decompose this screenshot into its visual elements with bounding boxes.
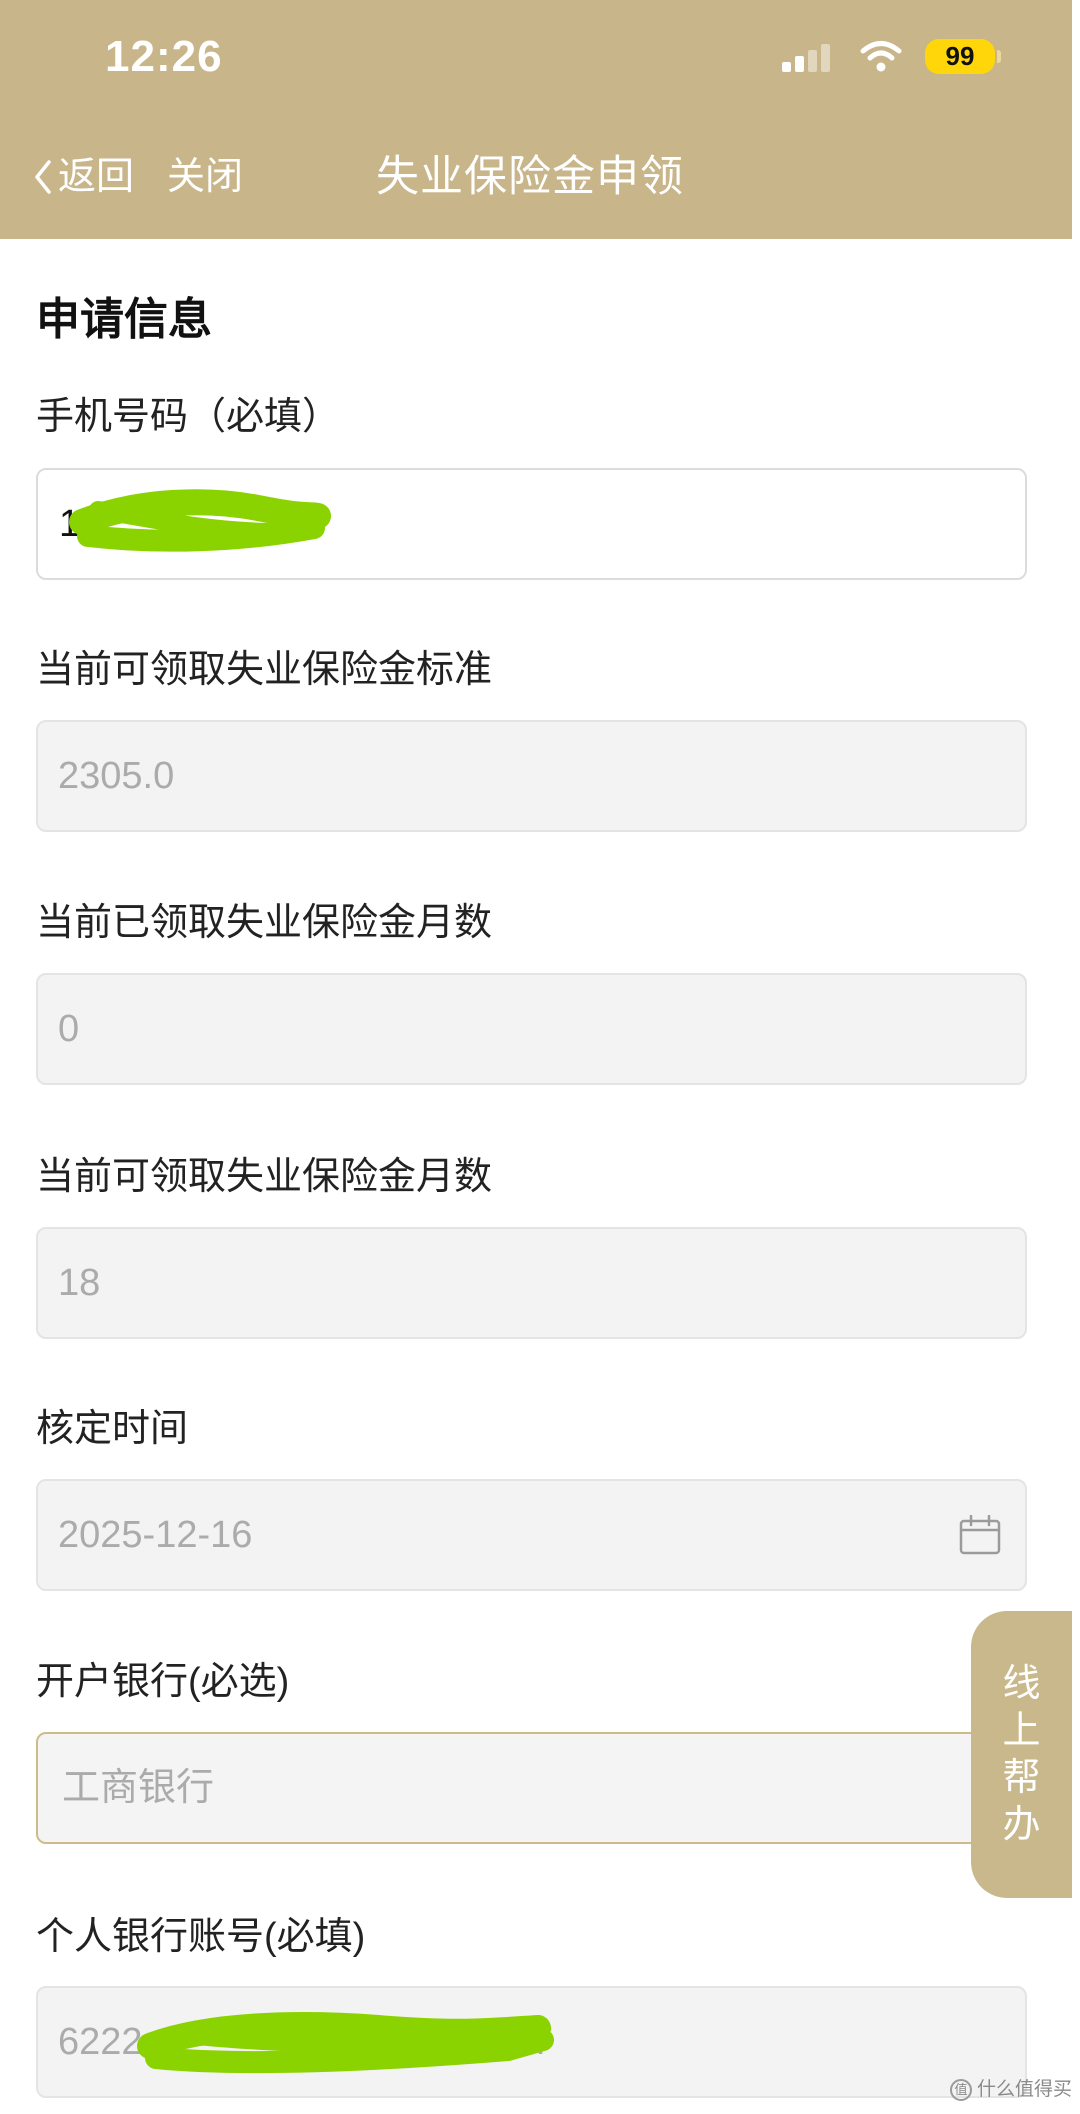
cellular-signal-icon	[782, 44, 830, 72]
benefit-standard-field: 2305.0	[36, 720, 1027, 832]
online-help-button[interactable]: 线 上 帮 办	[971, 1611, 1072, 1898]
received-months-field: 0	[36, 973, 1027, 1085]
bank-label: 开户银行(必选)	[36, 1661, 290, 1703]
section-title: 申请信息	[36, 295, 212, 344]
benefit-standard-value: 2305.0	[58, 755, 175, 797]
bank-selected-value: 工商银行	[62, 1767, 215, 1809]
battery-nub	[997, 50, 1001, 63]
watermark-text: 什么值得买	[977, 2079, 1073, 2100]
phone-value: 1	[59, 503, 81, 545]
bank-account-prefix: 6222	[58, 2021, 143, 2063]
close-button[interactable]: 关闭	[167, 150, 243, 204]
remaining-months-value: 18	[58, 1262, 101, 1304]
bank-account-suffix: 7	[532, 2021, 554, 2063]
help-char-2: 上	[1002, 1710, 1041, 1752]
bank-account-input[interactable]: 6222 7	[36, 1986, 1027, 2098]
approval-date-label: 核定时间	[36, 1408, 189, 1450]
remaining-months-label: 当前可领取失业保险金月数	[36, 1156, 493, 1198]
back-chevron-icon	[35, 160, 51, 194]
benefit-standard-label: 当前可领取失业保险金标准	[36, 649, 493, 691]
status-time: 12:26	[105, 32, 223, 81]
calendar-icon	[959, 1515, 1001, 1555]
back-label: 返回	[58, 156, 135, 198]
back-button[interactable]: 返回	[30, 150, 142, 204]
watermark-logo: 值	[950, 2079, 972, 2101]
bank-account-label: 个人银行账号(必填)	[36, 1916, 366, 1958]
phone-label: 手机号码（必填）	[36, 396, 341, 438]
approval-date-field: 2025-12-16	[36, 1479, 1027, 1591]
help-char-4: 办	[1002, 1804, 1041, 1846]
approval-date-value: 2025-12-16	[58, 1514, 253, 1556]
received-months-value: 0	[58, 1008, 80, 1050]
redaction-mark	[69, 489, 331, 552]
phone-input[interactable]: 1	[36, 468, 1027, 580]
help-char-1: 线	[1002, 1663, 1041, 1705]
received-months-label: 当前已领取失业保险金月数	[36, 902, 493, 944]
bank-select[interactable]: 工商银行	[36, 1732, 1027, 1844]
page-title: 失业保险金申领	[376, 153, 684, 201]
battery-level: 99	[945, 41, 975, 71]
wifi-icon	[860, 41, 902, 72]
help-char-3: 帮	[1002, 1757, 1041, 1799]
battery-icon: 99	[925, 39, 995, 74]
remaining-months-field: 18	[36, 1227, 1027, 1339]
